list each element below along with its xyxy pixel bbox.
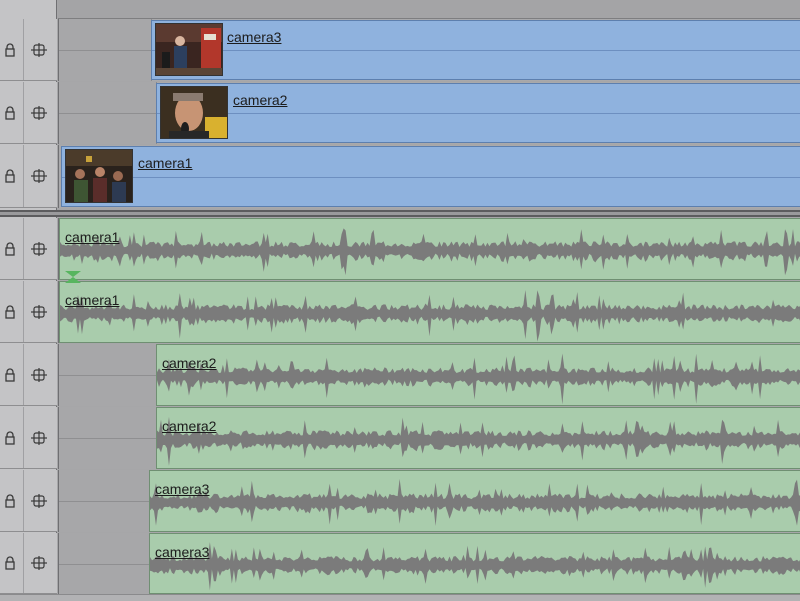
clip-name: camera1 (138, 155, 193, 171)
video-track-2: camera2 (0, 82, 800, 144)
waveform (157, 353, 800, 405)
audio-clip-camera1[interactable]: camera1 (59, 281, 800, 343)
empty-gap (59, 82, 157, 144)
clip-name: camera1 (65, 292, 120, 308)
control-divider (23, 470, 24, 531)
audio-track-5: camera3 (0, 470, 800, 532)
timeline-ruler[interactable] (58, 0, 800, 19)
video-clip-camera1[interactable]: camera1 (61, 146, 800, 207)
waveform-shape (60, 228, 800, 276)
video-clip-camera3[interactable]: camera3 (151, 20, 800, 80)
clip-name: camera2 (233, 92, 288, 108)
audio-track-4: camera2 (0, 407, 800, 469)
control-divider (23, 344, 24, 405)
empty-gap (59, 470, 150, 532)
waveform (157, 416, 800, 466)
lock-icon[interactable] (4, 42, 16, 57)
track-lane[interactable]: camera2 (58, 407, 800, 469)
waveform-shape (157, 353, 800, 405)
lock-icon[interactable] (4, 241, 16, 256)
audio-clip-camera3[interactable]: camera3 (149, 533, 800, 594)
control-divider (23, 19, 24, 80)
lock-icon[interactable] (4, 493, 16, 508)
timeline-window: camera3 camera2 camera1 camera1 camera1 … (0, 0, 800, 601)
track-controls (0, 218, 57, 280)
audio-clip-camera2[interactable]: camera2 (156, 407, 800, 469)
clip-name: camera1 (65, 229, 120, 245)
lock-icon[interactable] (4, 430, 16, 445)
clip-name: camera2 (162, 355, 217, 371)
link-icon[interactable] (31, 556, 47, 570)
clip-name: camera3 (227, 29, 282, 45)
track-lane[interactable]: camera1 (58, 281, 800, 343)
link-icon[interactable] (31, 430, 47, 445)
control-divider (23, 145, 24, 207)
audio-track-2: camera1 (0, 281, 800, 343)
stereo-link-icon (65, 271, 81, 283)
link-icon[interactable] (31, 241, 47, 256)
track-lane[interactable]: camera3 (58, 533, 800, 594)
lock-icon[interactable] (4, 105, 16, 120)
control-divider (23, 533, 24, 593)
control-divider (23, 82, 24, 143)
waveform-shape (60, 290, 800, 342)
video-clip-camera2[interactable]: camera2 (156, 83, 800, 143)
waveform (150, 542, 800, 591)
track-lane[interactable]: camera2 (58, 82, 800, 144)
control-divider (23, 407, 24, 468)
empty-gap (59, 533, 150, 594)
track-controls (0, 470, 57, 532)
track-controls (0, 407, 57, 469)
lock-icon[interactable] (4, 367, 16, 382)
audio-clip-camera3[interactable]: camera3 (149, 470, 800, 532)
track-controls (0, 344, 57, 406)
lock-icon[interactable] (4, 169, 16, 183)
track-controls (0, 19, 57, 81)
empty-gap (59, 19, 152, 81)
video-track-1: camera1 (0, 145, 800, 208)
link-icon[interactable] (31, 105, 47, 120)
link-icon[interactable] (31, 169, 47, 183)
audio-track-1: camera1 (0, 218, 800, 280)
audio-clip-camera1[interactable]: camera1 (59, 218, 800, 280)
lock-icon[interactable] (4, 556, 16, 570)
singer-closeup-thumbnail (160, 86, 228, 139)
audio-clip-camera2[interactable]: camera2 (156, 344, 800, 406)
video-track-3: camera3 (0, 19, 800, 81)
empty-gap (59, 344, 157, 406)
track-lane[interactable]: camera3 (58, 19, 800, 81)
link-icon[interactable] (31, 493, 47, 508)
track-controls (0, 145, 57, 208)
audio-track-6: camera3 (0, 533, 800, 594)
track-controls (0, 82, 57, 144)
track-lane[interactable]: camera1 (58, 145, 800, 208)
clip-name: camera3 (155, 544, 210, 560)
clip-name: camera2 (162, 418, 217, 434)
waveform (60, 290, 800, 342)
link-icon[interactable] (31, 42, 47, 57)
track-lane[interactable]: camera1 (58, 218, 800, 280)
track-controls (0, 533, 57, 594)
waveform-shape (150, 478, 800, 526)
concert-stage-thumbnail (155, 23, 223, 76)
track-lane[interactable]: camera3 (58, 470, 800, 532)
control-divider (23, 218, 24, 279)
control-divider (23, 281, 24, 342)
link-icon[interactable] (31, 367, 47, 382)
audio-track-3: camera2 (0, 344, 800, 406)
crowd-band-thumbnail (65, 149, 133, 203)
waveform-shape (157, 416, 800, 466)
waveform (150, 478, 800, 526)
track-controls (0, 281, 57, 343)
clip-name: camera3 (155, 481, 210, 497)
track-lane[interactable]: camera2 (58, 344, 800, 406)
empty-gap (59, 407, 157, 469)
video-audio-divider[interactable] (0, 210, 800, 217)
waveform-shape (150, 542, 800, 591)
lock-icon[interactable] (4, 304, 16, 319)
waveform (60, 228, 800, 276)
link-icon[interactable] (31, 304, 47, 319)
